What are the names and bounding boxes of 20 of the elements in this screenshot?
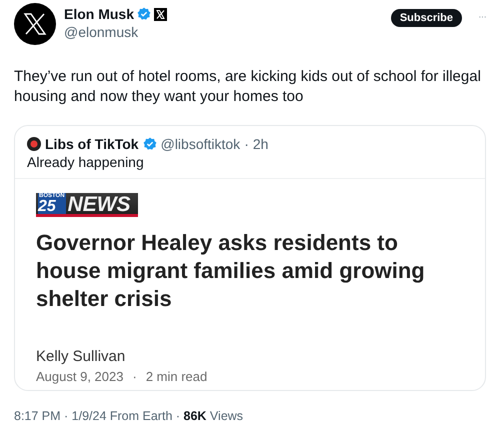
quote-text: Already happening: [26, 153, 145, 172]
read-time: 2 min read: [146, 369, 208, 384]
author-handle[interactable]: @elonmusk: [64, 24, 383, 40]
article-headline: Governor Healey asks residents to house migrant families amid growing shelter crisis: [36, 229, 426, 313]
separator-dot: ·: [132, 369, 137, 384]
article-byline: Kelly Sullivan: [36, 348, 126, 365]
subscribe-button[interactable]: Subscribe: [390, 9, 462, 27]
article-date: August 9, 2023: [36, 369, 124, 384]
tweet-text: They’ve run out of hotel rooms, are kicking kids out of school for illegal housing and now they want your homes too: [14, 67, 482, 107]
quote-author-name[interactable]: Libs of TikTok: [45, 136, 139, 152]
avatar-icon[interactable]: [14, 3, 56, 45]
quote-handle: @libsoftiktok: [160, 136, 240, 152]
quote-time: 2h: [252, 136, 268, 152]
logo-number: 25: [38, 200, 57, 214]
logo-word: NEWS: [68, 196, 131, 214]
x-logo-icon: [154, 8, 168, 20]
author-name[interactable]: Elon Musk: [64, 6, 134, 22]
avatar-icon: [27, 137, 41, 151]
tweet-meta: 8:17 PM · 1/9/24 From Earth · 86K Views: [14, 409, 244, 423]
separator-dot: ·: [244, 136, 249, 152]
